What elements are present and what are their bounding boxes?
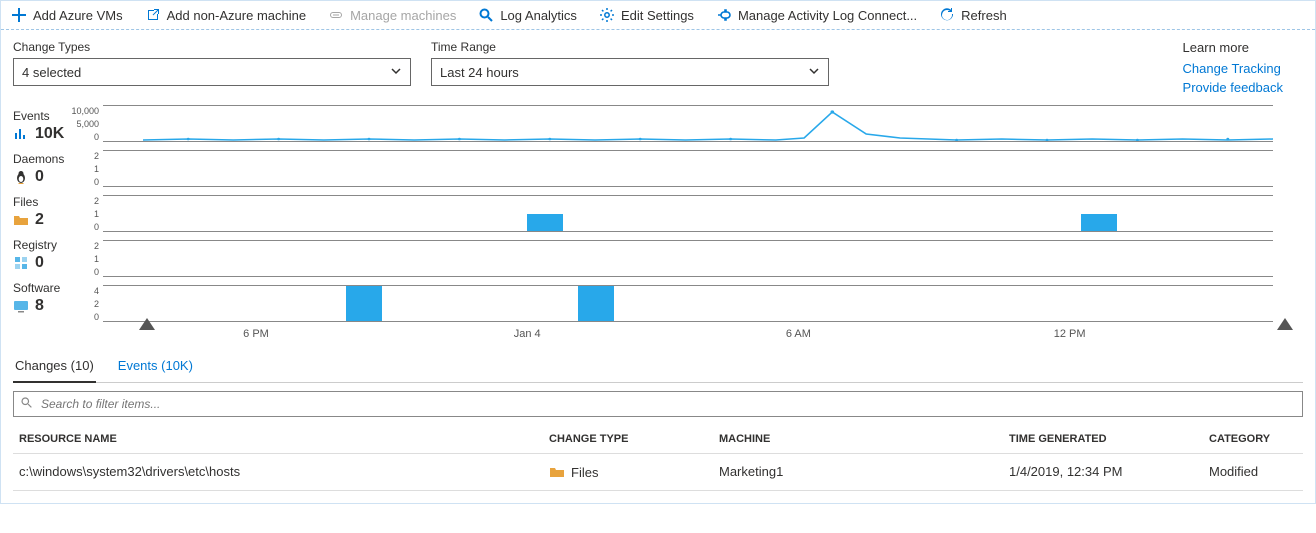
software-icon [13,298,29,314]
toolbar-label: Manage machines [350,8,456,23]
learn-more-heading: Learn more [1183,40,1283,55]
summary-daemons[interactable]: Daemons 0 [13,152,103,186]
refresh-icon [939,7,955,23]
external-icon [145,7,161,23]
cell-time: 1/4/2019, 12:34 PM [1009,464,1209,480]
command-bar: Add Azure VMs Add non-Azure machine Mana… [1,1,1315,30]
result-tabs: Changes (10) Events (10K) [13,352,1303,383]
toolbar-label: Log Analytics [500,8,577,23]
chart-registry[interactable]: 210 [103,240,1273,277]
table-header: RESOURCE NAME CHANGE TYPE MACHINE TIME G… [13,425,1303,454]
folder-icon [549,464,565,480]
col-resource-name[interactable]: RESOURCE NAME [13,433,549,445]
manage-machines-button: Manage machines [328,7,456,23]
table-row[interactable]: c:\windows\system32\drivers\etc\hosts Fi… [13,454,1303,491]
toolbar-label: Add non-Azure machine [167,8,306,23]
col-time-generated[interactable]: TIME GENERATED [1009,433,1209,445]
refresh-button[interactable]: Refresh [939,7,1007,23]
change-types-label: Change Types [13,40,411,54]
plus-icon [11,7,27,23]
toolbar-label: Refresh [961,8,1007,23]
change-tracking-link[interactable]: Change Tracking [1183,61,1283,76]
learn-more-panel: Learn more Change Tracking Provide feedb… [1183,40,1303,99]
bar [527,214,563,232]
plug-icon [716,7,732,23]
filters-row: Change Types 4 selected Time Range Last … [1,30,1315,99]
chevron-down-icon [808,65,820,80]
cell-category: Modified [1209,464,1303,480]
col-machine[interactable]: MACHINE [719,433,1009,445]
search-field[interactable] [39,396,1296,412]
time-range-select[interactable]: Last 24 hours [431,58,829,86]
link-icon [328,7,344,23]
results-table: RESOURCE NAME CHANGE TYPE MACHINE TIME G… [13,425,1303,491]
log-analytics-button[interactable]: Log Analytics [478,7,577,23]
registry-icon [13,255,29,271]
summary-registry[interactable]: Registry 0 [13,238,103,272]
provide-feedback-link[interactable]: Provide feedback [1183,80,1283,95]
change-types-select[interactable]: 4 selected [13,58,411,86]
search-icon [20,396,33,412]
edit-settings-button[interactable]: Edit Settings [599,7,694,23]
penguin-icon [13,169,29,185]
bar [346,286,382,322]
charts-column: 10,0005,0000 210 210 [103,105,1303,348]
chart-events[interactable]: 10,0005,0000 [103,105,1273,142]
bar [1081,214,1117,232]
select-value: 4 selected [22,65,81,80]
col-category[interactable]: CATEGORY [1209,433,1303,445]
summary-files[interactable]: Files 2 [13,195,103,229]
toolbar-label: Edit Settings [621,8,694,23]
manage-activity-log-button[interactable]: Manage Activity Log Connect... [716,7,917,23]
chart-daemons[interactable]: 210 [103,150,1273,187]
chevron-down-icon [390,65,402,80]
time-range-label: Time Range [431,40,829,54]
select-value: Last 24 hours [440,65,519,80]
cell-machine: Marketing1 [719,464,1009,480]
cell-name: c:\windows\system32\drivers\etc\hosts [13,464,549,480]
bar [578,286,614,322]
chart-files[interactable]: 210 [103,195,1273,232]
chart-software[interactable]: 420 [103,285,1273,322]
search-icon [478,7,494,23]
gear-icon [599,7,615,23]
add-azure-vms-button[interactable]: Add Azure VMs [11,7,123,23]
range-handle-right[interactable] [1277,318,1293,330]
tab-events[interactable]: Events (10K) [116,352,195,382]
bar-chart-icon [13,126,29,142]
folder-icon [13,212,29,228]
tab-changes[interactable]: Changes (10) [13,352,96,383]
time-axis[interactable]: 6 PM Jan 4 6 AM 12 PM [143,322,1273,348]
col-change-type[interactable]: CHANGE TYPE [549,433,719,445]
range-handle-left[interactable] [139,318,155,330]
add-non-azure-button[interactable]: Add non-Azure machine [145,7,306,23]
cell-type: Files [549,464,719,480]
search-input[interactable] [13,391,1303,417]
chart-zone: Events 10K Daemons 0 Files 2 [1,99,1315,348]
summary-software[interactable]: Software 8 [13,281,103,315]
toolbar-label: Add Azure VMs [33,8,123,23]
toolbar-label: Manage Activity Log Connect... [738,8,917,23]
